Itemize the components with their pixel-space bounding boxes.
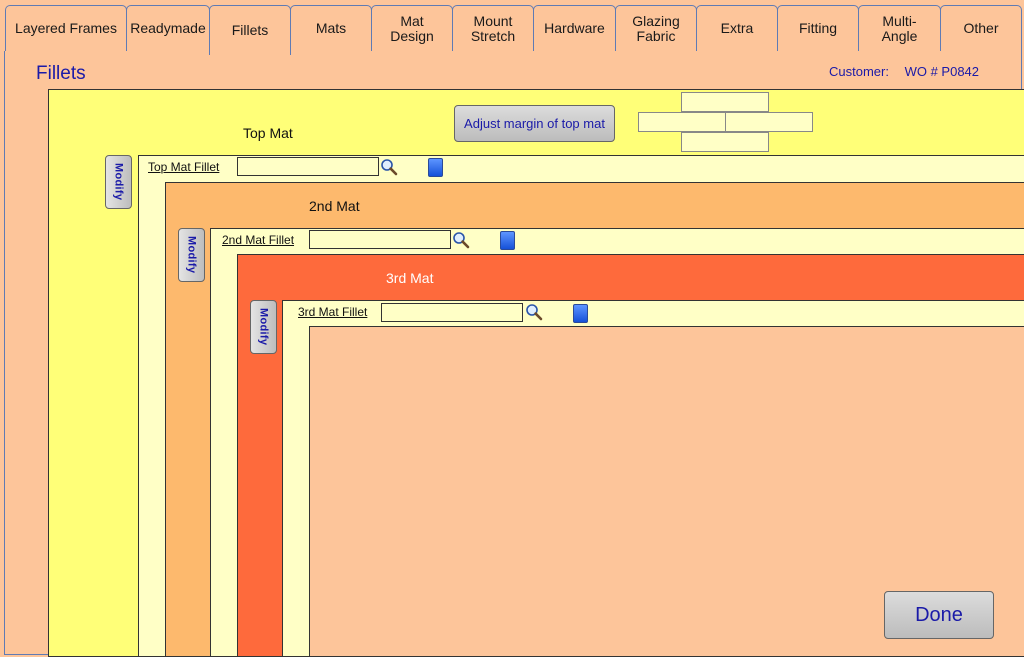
third-mat-fillet-input[interactable] <box>381 303 523 322</box>
tab-bar: Layered Frames Readymade Fillets Mats Ma… <box>0 0 1024 55</box>
top-mat-fillet-label: Top Mat Fillet <box>148 160 220 174</box>
tab-hardware[interactable]: Hardware <box>533 5 616 51</box>
third-mat-label: 3rd Mat <box>386 270 434 286</box>
tab-extra[interactable]: Extra <box>696 5 778 51</box>
tab-readymade[interactable]: Readymade <box>126 5 210 51</box>
tab-mats[interactable]: Mats <box>290 5 372 51</box>
tab-layered-frames[interactable]: Layered Frames <box>5 5 127 51</box>
margin-top-input[interactable] <box>681 92 769 112</box>
page-title: Fillets <box>36 63 86 84</box>
search-icon[interactable] <box>525 303 543 321</box>
margin-left-input[interactable] <box>638 112 726 132</box>
color-swatch-button[interactable] <box>428 158 443 177</box>
modify-label: Modify <box>112 163 125 201</box>
tab-glazing-fabric[interactable]: Glazing Fabric <box>615 5 697 51</box>
color-swatch-button[interactable] <box>500 231 515 250</box>
modify-top-mat-button[interactable]: Modify <box>105 155 132 209</box>
tab-fillets[interactable]: Fillets <box>209 5 291 55</box>
second-mat-fillet-label: 2nd Mat Fillet <box>222 233 295 247</box>
top-mat-fillet-input[interactable] <box>237 157 379 176</box>
customer-label: Customer: <box>829 64 889 79</box>
adjust-margin-button[interactable]: Adjust margin of top mat <box>454 105 615 142</box>
margin-right-input[interactable] <box>725 112 813 132</box>
done-button[interactable]: Done <box>884 591 994 639</box>
margin-bottom-input[interactable] <box>681 132 769 152</box>
search-icon[interactable] <box>380 158 398 176</box>
search-icon[interactable] <box>452 231 470 249</box>
tab-mount-stretch[interactable]: Mount Stretch <box>452 5 534 51</box>
tab-mat-design[interactable]: Mat Design <box>371 5 453 51</box>
top-mat-label: Top Mat <box>243 125 293 141</box>
customer-info: Customer: WO # P0842 <box>829 64 991 79</box>
modify-label: Modify <box>257 308 270 346</box>
work-order-label: WO # P0842 <box>904 64 980 79</box>
color-swatch-button[interactable] <box>573 304 588 323</box>
modify-third-mat-button[interactable]: Modify <box>250 300 277 354</box>
modify-label: Modify <box>185 236 198 274</box>
modify-second-mat-button[interactable]: Modify <box>178 228 205 282</box>
second-mat-label: 2nd Mat <box>309 198 360 214</box>
third-mat-fillet-label: 3rd Mat Fillet <box>298 305 368 319</box>
tab-fitting[interactable]: Fitting <box>777 5 859 51</box>
second-mat-fillet-input[interactable] <box>309 230 451 249</box>
tab-other[interactable]: Other <box>940 5 1022 51</box>
tab-multi-angle[interactable]: Multi- Angle <box>858 5 941 51</box>
